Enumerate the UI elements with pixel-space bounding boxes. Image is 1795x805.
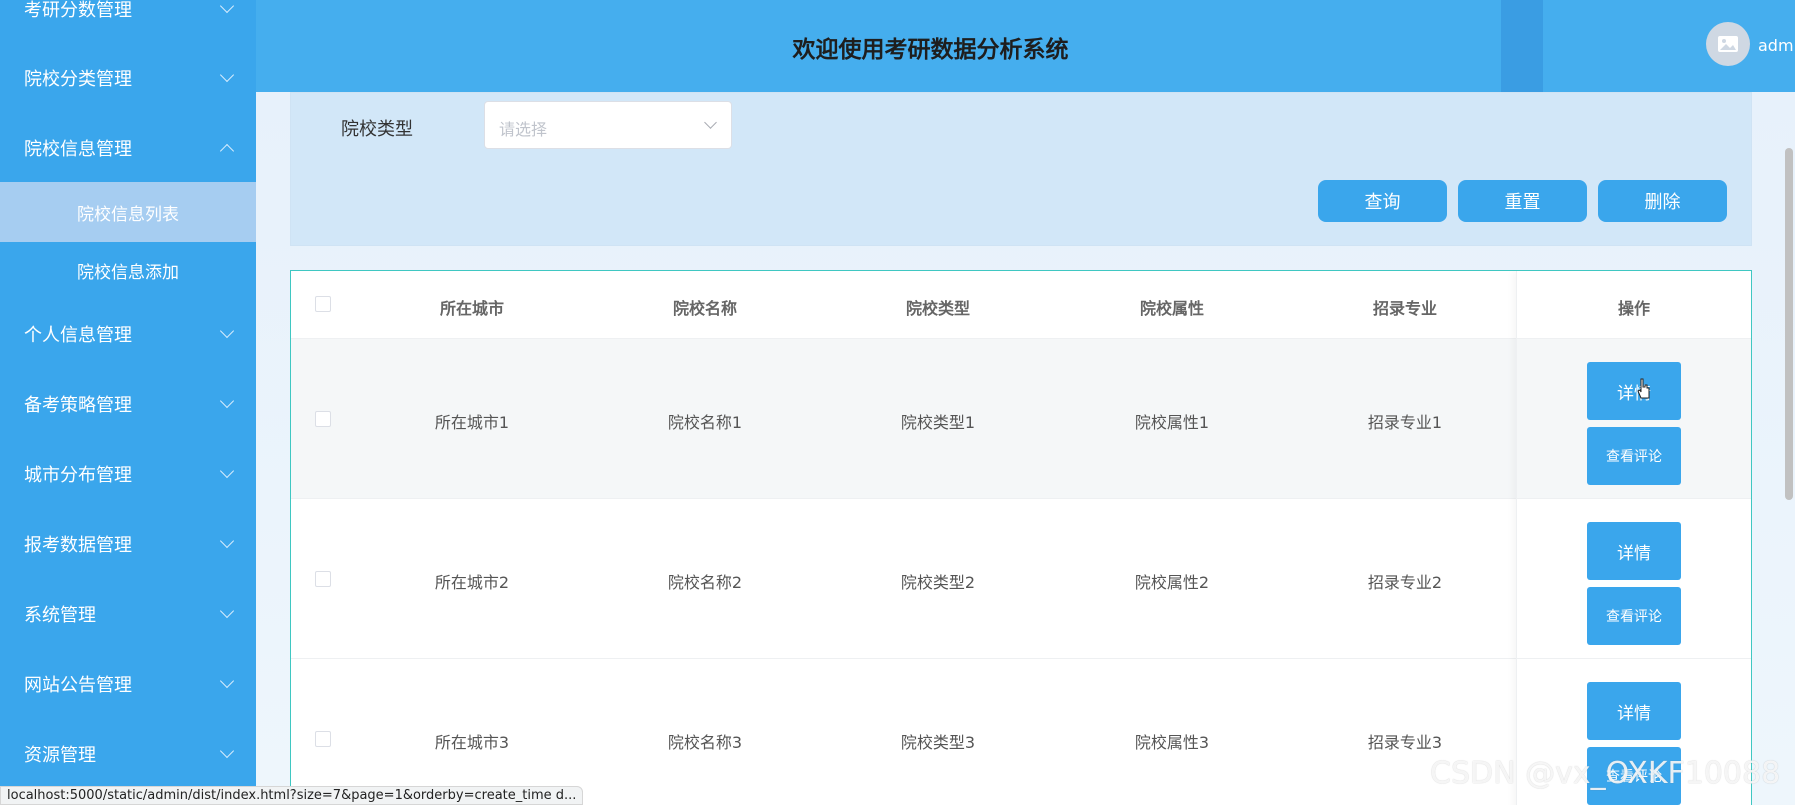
sidebar-item-label: 资源管理 <box>24 745 96 766</box>
sidebar-item-system[interactable]: 系统管理 <box>0 579 256 649</box>
avatar[interactable] <box>1706 22 1750 66</box>
cell-name: 院校名称2 <box>667 573 743 592</box>
column-header-name: 院校名称 <box>672 299 738 318</box>
submenu-item-label: 院校信息列表 <box>77 204 179 225</box>
sidebar-item-label: 考研分数管理 <box>24 0 132 21</box>
top-header: 欢迎使用考研数据分析系统 admi <box>256 0 1795 92</box>
cell-name: 院校名称1 <box>667 413 743 432</box>
school-type-select[interactable]: 请选择 <box>484 101 732 149</box>
cell-attr: 院校属性2 <box>1134 573 1210 592</box>
actions-column: 详情 查看评论 详情 查看评论 详情 查看评论 <box>1516 271 1751 805</box>
column-header-city: 所在城市 <box>439 299 505 318</box>
sidebar-item-label: 城市分布管理 <box>24 465 132 486</box>
cell-type: 院校类型2 <box>900 573 976 592</box>
column-header-attr: 院校属性 <box>1139 299 1205 318</box>
chevron-down-icon <box>219 603 235 619</box>
cell-major: 招录专业3 <box>1367 733 1443 752</box>
sidebar-item-school-info[interactable]: 院校信息管理 <box>0 113 256 183</box>
chevron-down-icon <box>219 673 235 689</box>
sidebar-item-strategy[interactable]: 备考策略管理 <box>0 369 256 439</box>
sidebar: 考研分数管理 院校分类管理 院校信息管理 院校信息列表 院校信息添加 个人信息管… <box>0 0 256 805</box>
view-comments-button[interactable]: 查看评论 <box>1587 587 1681 645</box>
cell-city: 所在城市3 <box>434 733 510 752</box>
select-all-checkbox[interactable] <box>315 296 331 312</box>
sidebar-item-label: 院校分类管理 <box>24 69 132 90</box>
chevron-down-icon <box>219 533 235 549</box>
filter-panel: 院校类型 请选择 查询 重置 删除 <box>290 92 1752 246</box>
select-placeholder: 请选择 <box>499 120 548 139</box>
header-divider-block <box>1501 0 1543 92</box>
cell-name: 院校名称3 <box>667 733 743 752</box>
chevron-down-icon <box>219 67 235 83</box>
column-header-major: 招录专业 <box>1372 299 1438 318</box>
sidebar-item-city[interactable]: 城市分布管理 <box>0 439 256 509</box>
detail-button[interactable]: 详情 <box>1587 522 1681 580</box>
sidebar-item-label: 报考数据管理 <box>24 535 132 556</box>
view-comments-button[interactable]: 查看评论 <box>1587 427 1681 485</box>
hand-cursor-icon <box>1637 378 1650 399</box>
cell-city: 所在城市2 <box>434 573 510 592</box>
sidebar-item-resource[interactable]: 资源管理 <box>0 719 256 789</box>
sidebar-item-score[interactable]: 考研分数管理 <box>0 0 256 44</box>
sidebar-item-label: 系统管理 <box>24 605 96 626</box>
cell-major: 招录专业2 <box>1367 573 1443 592</box>
chevron-down-icon <box>704 116 717 129</box>
submenu-item-school-list[interactable]: 院校信息列表 <box>0 182 256 242</box>
sidebar-item-notice[interactable]: 网站公告管理 <box>0 649 256 719</box>
chevron-down-icon <box>219 463 235 479</box>
query-button[interactable]: 查询 <box>1318 180 1447 222</box>
cell-attr: 院校属性1 <box>1134 413 1210 432</box>
image-icon <box>1718 36 1738 52</box>
sidebar-item-exam-data[interactable]: 报考数据管理 <box>0 509 256 579</box>
submenu-item-school-add[interactable]: 院校信息添加 <box>0 240 256 300</box>
sidebar-item-label: 院校信息管理 <box>24 139 132 160</box>
row-checkbox[interactable] <box>315 411 331 427</box>
cell-major: 招录专业1 <box>1367 413 1443 432</box>
detail-button[interactable]: 详情 <box>1587 682 1681 740</box>
delete-button[interactable]: 删除 <box>1598 180 1727 222</box>
chevron-down-icon <box>219 393 235 409</box>
cell-attr: 院校属性3 <box>1134 733 1210 752</box>
sidebar-item-label: 网站公告管理 <box>24 675 132 696</box>
page-title: 欢迎使用考研数据分析系统 <box>792 37 1069 63</box>
chevron-down-icon <box>219 743 235 759</box>
browser-status-url: localhost:5000/static/admin/dist/index.h… <box>0 786 584 805</box>
row-checkbox[interactable] <box>315 571 331 587</box>
chevron-down-icon <box>219 323 235 339</box>
sidebar-item-personal[interactable]: 个人信息管理 <box>0 299 256 369</box>
watermark: CSDN @vx_OXKF10088 <box>1430 756 1781 791</box>
cell-type: 院校类型1 <box>900 413 976 432</box>
main-content: 院校类型 请选择 查询 重置 删除 所在城市 院校名称 院校类型 院校属性 招录… <box>256 92 1795 805</box>
filter-label-school-type: 院校类型 <box>341 119 413 140</box>
vertical-scrollbar[interactable] <box>1785 148 1793 500</box>
sidebar-item-label: 个人信息管理 <box>24 325 132 346</box>
submenu-item-label: 院校信息添加 <box>77 262 179 283</box>
cell-city: 所在城市1 <box>434 413 510 432</box>
chevron-down-icon <box>219 0 235 14</box>
sidebar-item-school-category[interactable]: 院校分类管理 <box>0 43 256 113</box>
chevron-up-icon <box>219 143 235 159</box>
school-table: 所在城市 院校名称 院校类型 院校属性 招录专业 操作 所在城市1 院校名称1 … <box>290 270 1752 805</box>
column-header-type: 院校类型 <box>905 299 971 318</box>
detail-button[interactable]: 详情 <box>1587 362 1681 420</box>
row-checkbox[interactable] <box>315 731 331 747</box>
username[interactable]: admi <box>1758 36 1795 55</box>
cell-type: 院校类型3 <box>900 733 976 752</box>
sidebar-item-label: 备考策略管理 <box>24 395 132 416</box>
reset-button[interactable]: 重置 <box>1458 180 1587 222</box>
